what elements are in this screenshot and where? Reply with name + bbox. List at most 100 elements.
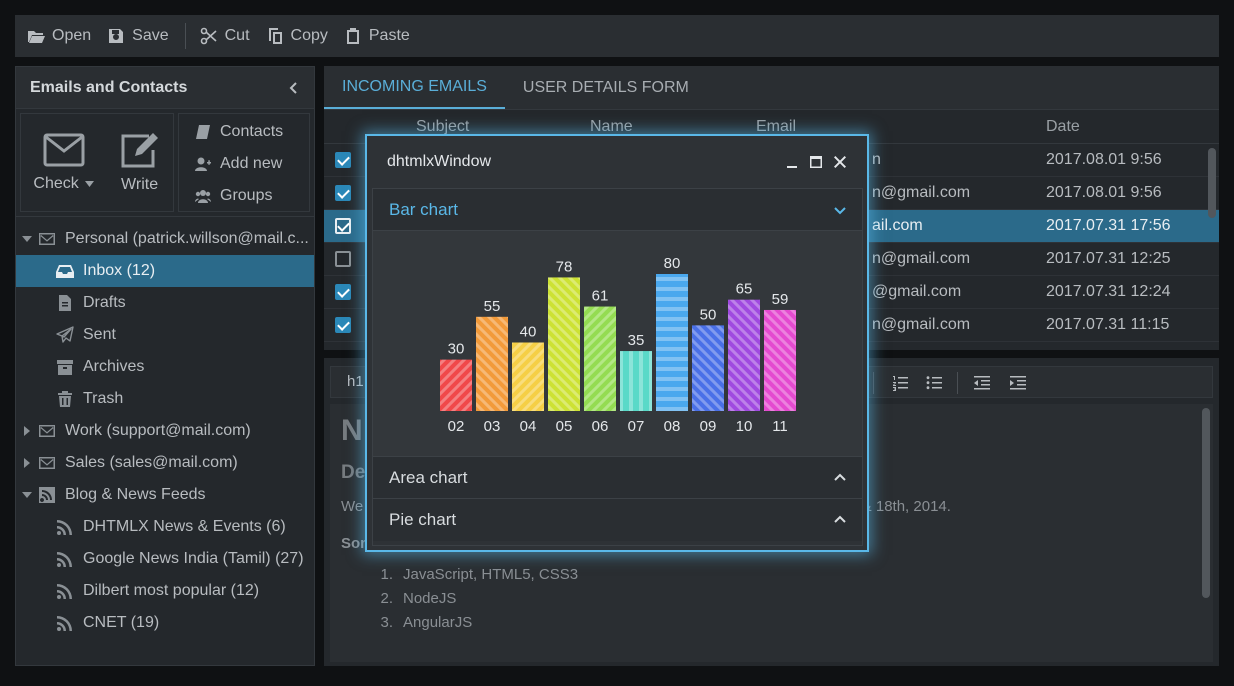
envelope-icon — [39, 457, 55, 469]
paste-button[interactable]: Paste — [344, 27, 410, 45]
close-icon[interactable] — [833, 155, 847, 169]
dhtmlx-window[interactable]: dhtmlxWindow Bar chart 30 02 55 03 40 04 78 05 6… — [365, 134, 869, 552]
x-tick-label: 03 — [484, 418, 501, 435]
bar-04 — [512, 342, 544, 411]
accordion-cell-bar-chart[interactable]: Bar chart — [373, 189, 862, 231]
tree-item-feed[interactable]: CNET (19) — [16, 607, 314, 639]
window-controls — [785, 155, 847, 169]
paper-plane-icon — [56, 326, 74, 343]
tab-user-details-form[interactable]: USER DETAILS FORM — [505, 66, 707, 109]
ordered-list-icon[interactable] — [892, 375, 908, 391]
accordion-cell-pie-chart[interactable]: Pie chart — [373, 499, 862, 541]
row-checkbox[interactable] — [335, 152, 351, 168]
inbox-icon — [56, 265, 74, 278]
row-checkbox[interactable] — [335, 218, 351, 234]
tab-incoming-emails[interactable]: INCOMING EMAILS — [324, 66, 505, 109]
bar-chart-svg: 30 02 55 03 40 04 78 05 61 06 35 07 80 08 50 09 65 10 59 11 — [440, 255, 796, 435]
groups-button[interactable]: Groups — [195, 184, 309, 208]
tree-item-blog[interactable]: Blog & News Feeds — [16, 479, 314, 511]
outdent-icon[interactable] — [974, 375, 990, 391]
rss-icon — [57, 552, 72, 567]
email-cell: n — [872, 151, 881, 168]
rss-icon — [57, 520, 72, 535]
x-tick-label: 02 — [448, 418, 465, 435]
tree-item-work[interactable]: Work (support@mail.com) — [16, 415, 314, 447]
archive-icon — [57, 360, 73, 375]
row-checkbox[interactable] — [335, 284, 351, 300]
tree-item-personal[interactable]: Personal (patrick.willson@mail.c... — [16, 223, 314, 255]
data-label: 30 — [448, 341, 465, 358]
grid-scrollbar[interactable] — [1208, 148, 1216, 218]
folder-open-icon — [28, 31, 45, 43]
open-button[interactable]: Open — [27, 27, 91, 45]
maximize-icon[interactable] — [809, 155, 823, 169]
date-cell: 2017.07.31 17:56 — [1046, 217, 1171, 234]
column-header-subject[interactable]: Subject — [416, 118, 469, 136]
window-title: dhtmlxWindow — [387, 153, 492, 170]
tree-item-trash[interactable]: Trash — [16, 383, 314, 415]
collapse-chevron-icon[interactable] — [288, 81, 300, 94]
bullet-list-icon[interactable] — [926, 375, 942, 391]
envelope-icon — [39, 425, 55, 437]
x-tick-label: 08 — [664, 418, 681, 435]
cut-button[interactable]: Cut — [200, 27, 250, 45]
tree-item-drafts[interactable]: Drafts — [16, 287, 314, 319]
data-label: 50 — [700, 306, 717, 323]
save-button[interactable]: Save — [107, 27, 169, 45]
bar-11 — [764, 309, 796, 411]
data-label: 65 — [736, 281, 753, 298]
x-tick-label: 09 — [700, 418, 717, 435]
expanded-arrow-icon[interactable] — [22, 234, 32, 244]
tree-item-sales[interactable]: Sales (sales@mail.com) — [16, 447, 314, 479]
chart-accordion: Bar chart 30 02 55 03 40 04 78 05 61 06 35 07 80 08 50… — [372, 188, 863, 546]
bar-08 — [656, 274, 688, 411]
tree-item-feed[interactable]: Dilbert most popular (12) — [16, 575, 314, 607]
ribbon-big-group: Check Write — [20, 113, 174, 212]
column-header-email[interactable]: Email — [756, 118, 796, 136]
bar-03 — [476, 316, 508, 411]
users-icon — [195, 190, 211, 203]
write-button[interactable]: Write — [119, 132, 161, 194]
bar-chart: 30 02 55 03 40 04 78 05 61 06 35 07 80 08 50 09 65 10 59 11 — [373, 231, 862, 457]
date-cell: 2017.08.01 9:56 — [1046, 184, 1162, 201]
x-tick-label: 07 — [628, 418, 645, 435]
email-cell: @gmail.com — [872, 283, 962, 300]
tree-item-inbox[interactable]: Inbox (12) — [16, 255, 314, 287]
tree-item-feed[interactable]: DHTMLX News & Events (6) — [16, 511, 314, 543]
tab-bar: INCOMING EMAILS USER DETAILS FORM — [324, 66, 1219, 110]
data-label: 59 — [772, 291, 789, 308]
data-label: 78 — [556, 258, 573, 275]
tree-item-feed[interactable]: Google News India (Tamil) (27) — [16, 543, 314, 575]
expanded-arrow-icon[interactable] — [22, 490, 32, 500]
content-ordered-list: 1. JavaScript, HTML5, CSS3 2. NodeJS 3. Ang… — [341, 566, 1202, 638]
rss-icon — [57, 584, 72, 599]
clipboard-icon — [346, 28, 359, 44]
accordion-cell-area-chart[interactable]: Area chart — [373, 457, 862, 499]
rss-square-icon — [39, 487, 55, 503]
row-checkbox[interactable] — [335, 251, 351, 267]
column-header-name[interactable]: Name — [590, 118, 633, 136]
indent-icon[interactable] — [1010, 375, 1026, 391]
list-item: 3. AngularJS — [380, 614, 473, 631]
sidebar-header: Emails and Contacts — [16, 67, 314, 109]
trash-icon — [58, 391, 72, 407]
minimize-icon[interactable] — [785, 155, 799, 169]
email-cell: n@gmail.com — [872, 250, 971, 267]
contacts-button[interactable]: Contacts — [195, 120, 309, 144]
copy-button[interactable]: Copy — [266, 27, 328, 45]
row-checkbox[interactable] — [335, 185, 351, 201]
row-checkbox[interactable] — [335, 317, 351, 333]
collapsed-arrow-icon[interactable] — [22, 426, 32, 436]
add-new-button[interactable]: Add new — [195, 152, 309, 176]
tree-item-archives[interactable]: Archives — [16, 351, 314, 383]
column-header-date[interactable]: Date — [1046, 118, 1080, 136]
check-button[interactable]: Check — [33, 133, 94, 193]
dropdown-arrow-icon — [84, 180, 94, 187]
collapsed-arrow-icon[interactable] — [22, 458, 32, 468]
email-cell: n@gmail.com — [872, 184, 971, 201]
data-label: 61 — [592, 288, 609, 305]
format-select[interactable]: h1 — [347, 373, 364, 390]
tree-item-sent[interactable]: Sent — [16, 319, 314, 351]
editor-scrollbar[interactable] — [1202, 408, 1210, 598]
window-titlebar[interactable]: dhtmlxWindow — [367, 136, 867, 188]
